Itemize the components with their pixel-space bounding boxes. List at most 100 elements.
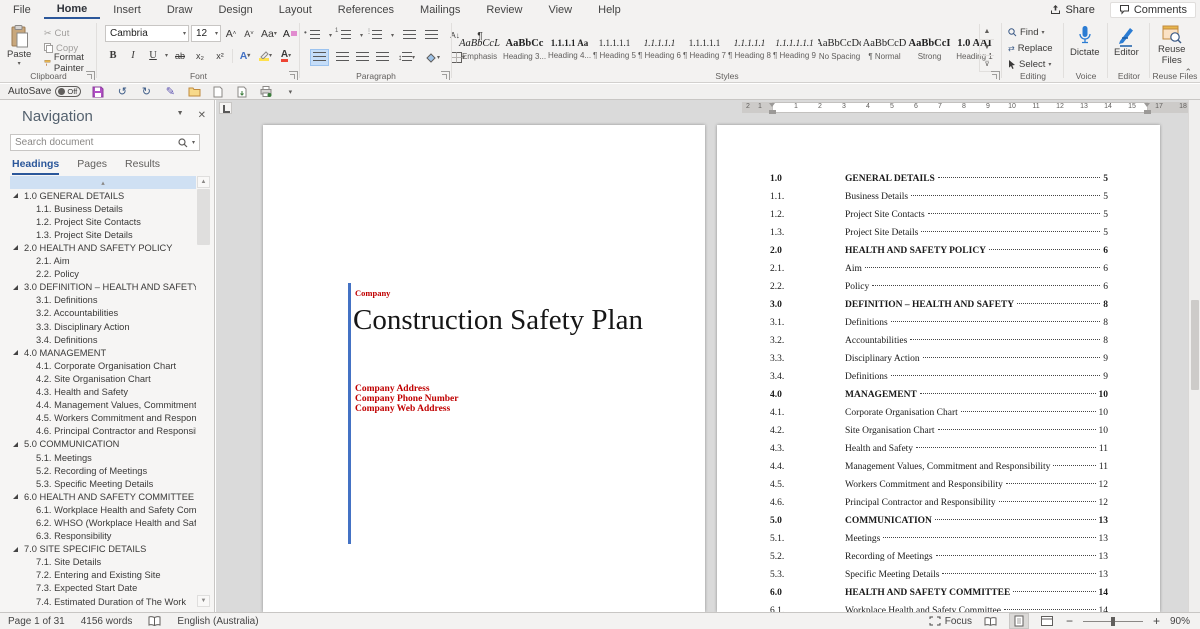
clear-formatting-button[interactable]: A (281, 25, 299, 42)
style-emphasis[interactable]: AaBbCcLEmphasis (458, 25, 501, 73)
navigation-heading-item[interactable]: 7.3. Expected Start Date (0, 582, 196, 595)
tab-insert[interactable]: Insert (100, 0, 154, 19)
zoom-slider-thumb[interactable] (1111, 617, 1115, 626)
zoom-level[interactable]: 90% (1170, 616, 1190, 627)
align-center-button[interactable] (336, 52, 349, 63)
navigation-heading-item[interactable]: 4.0 MANAGEMENT (0, 346, 196, 359)
share-button[interactable]: Share (1041, 2, 1103, 18)
redo-icon[interactable]: ↻ (139, 85, 153, 98)
focus-button[interactable]: Focus (929, 616, 972, 627)
collapse-heading-icon[interactable] (13, 494, 18, 499)
navigation-heading-item[interactable]: 2.1. Aim (0, 255, 196, 268)
navigation-heading-item[interactable]: 6.1. Workplace Health and Safety Committ… (0, 503, 196, 516)
toc-entry[interactable]: 4.6.Principal Contractor and Responsibil… (770, 494, 1108, 512)
shading-button[interactable]: ▾ (424, 49, 442, 66)
navigation-scrollbar-thumb[interactable] (197, 189, 210, 245)
style-normal[interactable]: AaBbCcD¶ Normal (863, 25, 906, 73)
language-indicator[interactable]: English (Australia) (177, 616, 258, 627)
search-options-dropdown-icon[interactable]: ▾ (192, 139, 195, 146)
word-count[interactable]: 4156 words (81, 616, 133, 627)
navigation-heading-item[interactable]: 6.0 HEALTH AND SAFETY COMMITTEE (0, 490, 196, 503)
tab-references[interactable]: References (325, 0, 407, 19)
navigation-heading-item[interactable]: 3.1. Definitions (0, 294, 196, 307)
style-heading-8[interactable]: 1.1.1.1.1¶ Heading 8 (728, 25, 771, 73)
navigation-heading-item[interactable]: 1.1. Business Details (0, 202, 196, 215)
tab-help[interactable]: Help (585, 0, 634, 19)
navigation-heading-item[interactable]: 5.1. Meetings (0, 451, 196, 464)
navigation-heading-item[interactable]: 4.3. Health and Safety (0, 386, 196, 399)
styles-more-button[interactable]: ⊽ (980, 56, 994, 72)
toc-entry[interactable]: 5.2.Recording of Meetings13 (770, 548, 1108, 566)
navigation-selected-heading[interactable]: ▴ (10, 176, 196, 189)
style-heading-6[interactable]: 1.1.1.1.1¶ Heading 6 (638, 25, 681, 73)
style-no-spacing[interactable]: AaBbCcDcNo Spacing (818, 25, 861, 73)
style-heading-5[interactable]: 1.1.1.1.1¶ Heading 5 (593, 25, 636, 73)
strikethrough-button[interactable]: ab (172, 47, 188, 64)
navigation-heading-item[interactable]: 3.2. Accountabilities (0, 307, 196, 320)
tab-draw[interactable]: Draw (154, 0, 206, 19)
style-heading-7[interactable]: 1.1.1.1.1¶ Heading 7 (683, 25, 726, 73)
navigation-heading-item[interactable]: 3.0 DEFINITION – HEALTH AND SAFETY (0, 281, 196, 294)
navigation-heading-item[interactable]: 3.3. Disciplinary Action (0, 320, 196, 333)
navigation-heading-item[interactable]: 3.4. Definitions (0, 333, 196, 346)
vertical-scrollbar[interactable] (1188, 100, 1200, 612)
clipboard-dialog-launcher[interactable] (86, 71, 95, 80)
navigation-tab-pages[interactable]: Pages (77, 158, 107, 175)
bold-button[interactable]: B (105, 47, 121, 64)
tab-stop-selector[interactable] (219, 102, 232, 114)
paragraph-dialog-launcher[interactable] (441, 71, 450, 80)
change-case-button[interactable]: Aa▾ (259, 25, 279, 42)
italic-button[interactable]: I (125, 47, 141, 64)
bullets-button[interactable]: • (310, 30, 320, 41)
tab-review[interactable]: Review (473, 0, 535, 19)
document-page-1[interactable]: Company Construction Safety Plan Company… (263, 125, 705, 612)
toc-entry[interactable]: 3.4.Definitions9 (770, 368, 1108, 386)
navigation-heading-item[interactable]: 7.2. Entering and Existing Site (0, 569, 196, 582)
navigation-close-icon[interactable]: ✕ (198, 110, 206, 121)
collapse-heading-icon[interactable] (13, 285, 18, 290)
collapse-ribbon-icon[interactable]: ⌃ (1184, 67, 1192, 78)
navigation-heading-item[interactable]: 2.2. Policy (0, 268, 196, 281)
toc-entry[interactable]: 2.2.Policy6 (770, 278, 1108, 296)
navigation-heading-item[interactable]: 5.2. Recording of Meetings (0, 464, 196, 477)
zoom-out-icon[interactable]: − (1066, 614, 1073, 628)
styles-scroll-up-button[interactable]: ▲ (980, 24, 994, 40)
paste-dropdown-icon[interactable]: ▾ (18, 60, 21, 67)
style-heading-9[interactable]: 1.1.1.1.1.1¶ Heading 9 (773, 25, 816, 73)
navigation-scrollbar[interactable]: ▲ ▼ (197, 176, 211, 607)
toc-entry[interactable]: 6.0HEALTH AND SAFETY COMMITTEE14 (770, 584, 1108, 602)
styles-scroll-down-button[interactable]: ▼ (980, 40, 994, 56)
toc-entry[interactable]: 4.3.Health and Safety11 (770, 440, 1108, 458)
navigation-heading-item[interactable]: 4.2. Site Organisation Chart (0, 372, 196, 385)
navigation-tab-results[interactable]: Results (125, 158, 160, 175)
navigation-heading-item[interactable]: 7.1. Site Details (0, 556, 196, 569)
collapse-heading-icon[interactable] (13, 193, 18, 198)
undo-icon[interactable]: ↺ (115, 85, 129, 98)
navigation-heading-item[interactable]: 5.0 COMMUNICATION (0, 438, 196, 451)
navigation-heading-item[interactable]: 4.6. Principal Contractor and Responsibi… (0, 425, 196, 438)
editor-button[interactable]: Editor (1114, 25, 1139, 58)
decrease-indent-button[interactable] (403, 30, 416, 41)
toc-entry[interactable]: 5.1.Meetings13 (770, 530, 1108, 548)
tab-mailings[interactable]: Mailings (407, 0, 473, 19)
document-canvas[interactable]: 211234567891011121314151718 Company Cons… (216, 100, 1188, 612)
toc-entry[interactable]: 4.0MANAGEMENT10 (770, 386, 1108, 404)
collapse-heading-icon[interactable] (13, 350, 18, 355)
tab-view[interactable]: View (535, 0, 585, 19)
read-mode-icon[interactable] (982, 614, 1000, 628)
toc-entry[interactable]: 1.3.Project Site Details5 (770, 224, 1108, 242)
tab-file[interactable]: File (0, 0, 44, 19)
print-layout-icon[interactable] (1010, 614, 1028, 628)
zoom-slider[interactable] (1083, 621, 1143, 622)
font-color-button[interactable]: A▾ (278, 47, 294, 64)
toc-entry[interactable]: 5.3.Specific Meeting Details13 (770, 566, 1108, 584)
toc-entry[interactable]: 2.1.Aim6 (770, 260, 1108, 278)
navigation-heading-item[interactable]: 2.0 HEALTH AND SAFETY POLICY (0, 241, 196, 254)
highlight-button[interactable]: ▾ (257, 47, 274, 64)
text-effects-button[interactable]: A▾ (237, 47, 253, 64)
open-folder-icon[interactable] (187, 85, 201, 98)
align-right-button[interactable] (356, 52, 369, 63)
scroll-up-icon[interactable]: ▲ (197, 176, 210, 188)
proofing-icon[interactable] (148, 616, 161, 627)
styles-dialog-launcher[interactable] (991, 71, 1000, 80)
